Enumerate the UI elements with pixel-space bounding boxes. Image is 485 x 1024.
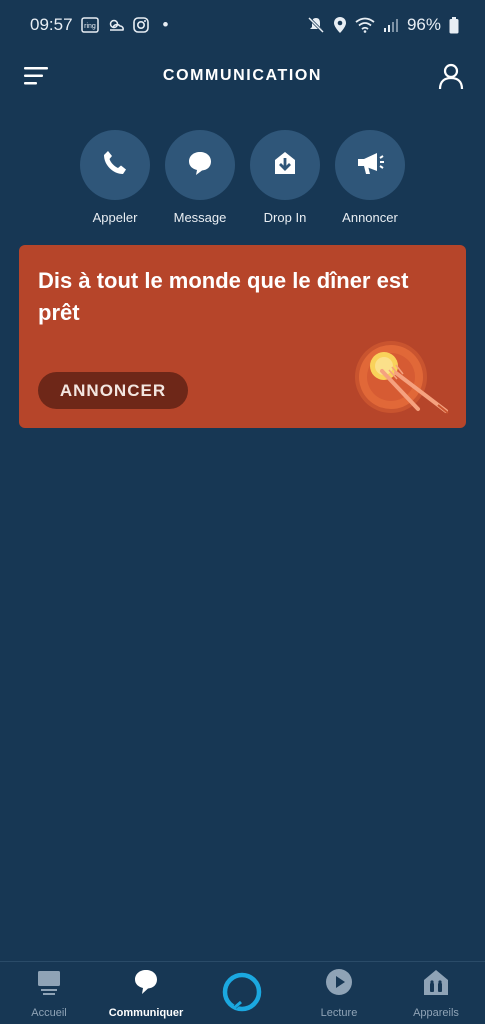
- svg-text:ring: ring: [84, 23, 96, 30]
- announce-circle[interactable]: [335, 130, 405, 200]
- battery-percent: 96%: [406, 15, 441, 34]
- announce-button[interactable]: Annoncer: [325, 130, 415, 225]
- announce-label: Annoncer: [342, 210, 398, 225]
- wifi-icon: [355, 17, 375, 33]
- message-circle[interactable]: [165, 130, 235, 200]
- drop-in-icon: [271, 149, 299, 182]
- call-label: Appeler: [92, 210, 138, 225]
- nav-play-label: Lecture: [320, 1007, 358, 1019]
- play-icon: [325, 968, 353, 1001]
- chat-bubble-icon: [186, 149, 214, 182]
- nav-home-label: Accueil: [31, 1007, 67, 1019]
- ring-icon: ring: [80, 17, 99, 33]
- nav-communicate-label: Communiquer: [108, 1007, 184, 1019]
- nav-home[interactable]: Accueil: [4, 968, 94, 1019]
- announcement-card: Dis à tout le monde que le dîner est prê…: [19, 245, 466, 428]
- communication-actions: Appeler Message Drop In Annoncer: [0, 130, 485, 230]
- status-left: 09:57 ring •: [30, 15, 169, 35]
- location-icon: [333, 16, 347, 34]
- status-dot: •: [162, 15, 169, 34]
- message-button[interactable]: Message: [155, 130, 245, 225]
- status-bar: 09:57 ring • 96%: [0, 0, 485, 50]
- hamburger-menu-icon[interactable]: [22, 63, 50, 89]
- call-button[interactable]: Appeler: [70, 130, 160, 225]
- instagram-icon: [132, 17, 149, 33]
- chat-icon: [132, 968, 160, 1001]
- alexa-icon[interactable]: [221, 971, 263, 1013]
- card-title: Dis à tout le monde que le dîner est prê…: [38, 268, 409, 325]
- nav-devices[interactable]: Appareils: [391, 968, 481, 1019]
- announce-card-button[interactable]: ANNONCER: [38, 372, 188, 409]
- call-circle[interactable]: [80, 130, 150, 200]
- dinner-plate-illustration: [346, 333, 456, 428]
- nav-devices-label: Appareils: [413, 1007, 459, 1019]
- drop-in-button[interactable]: Drop In: [240, 130, 330, 225]
- message-label: Message: [173, 210, 227, 225]
- status-right: 96%: [307, 15, 459, 35]
- bottom-nav: Accueil Communiquer Lecture Appareils: [0, 961, 485, 1024]
- page-title: COMMUNICATION: [162, 67, 323, 84]
- battery-icon: [449, 16, 459, 34]
- status-time: 09:57: [30, 15, 73, 34]
- phone-icon: [101, 149, 129, 182]
- megaphone-icon: [355, 149, 385, 182]
- devices-icon: [422, 968, 450, 1001]
- profile-icon[interactable]: [437, 62, 465, 90]
- header: COMMUNICATION: [0, 52, 485, 100]
- drop-in-circle[interactable]: [250, 130, 320, 200]
- nav-play[interactable]: Lecture: [294, 968, 384, 1019]
- mute-icon: [307, 16, 325, 34]
- home-icon: [35, 968, 63, 1001]
- nav-communicate[interactable]: Communiquer: [101, 968, 191, 1019]
- signal-icon: [383, 17, 399, 33]
- weather-icon: [107, 17, 125, 33]
- drop-in-label: Drop In: [263, 210, 307, 225]
